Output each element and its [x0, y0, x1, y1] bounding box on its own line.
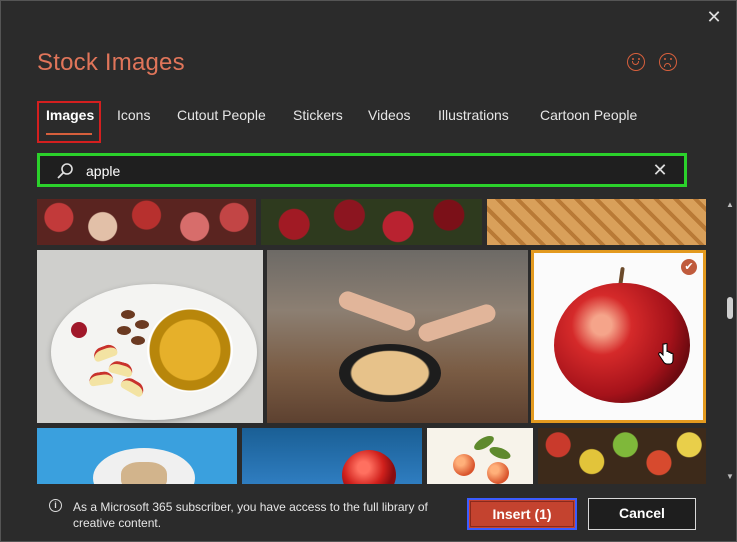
result-image-biscuit-plate[interactable]	[37, 428, 237, 484]
scroll-up-arrow-icon[interactable]: ▲	[726, 201, 734, 209]
search-input[interactable]	[84, 160, 608, 182]
smiley-happy-icon[interactable]	[627, 53, 645, 71]
close-icon[interactable]: ✕	[704, 7, 724, 27]
stock-images-dialog: ✕ Stock Images Images Icons Cutout Peopl…	[0, 0, 737, 542]
tab-stickers[interactable]: Stickers	[293, 107, 343, 123]
tab-illustrations[interactable]: Illustrations	[438, 107, 509, 123]
result-image-mixed-apples[interactable]	[538, 428, 706, 484]
search-box: ✕	[37, 153, 687, 187]
tab-cartoon-people[interactable]: Cartoon People	[540, 107, 637, 123]
subscriber-message: As a Microsoft 365 subscriber, you have …	[73, 500, 428, 530]
tab-cutout-people[interactable]: Cutout People	[177, 107, 266, 123]
result-image-apples-crate[interactable]	[37, 199, 256, 245]
clear-search-icon[interactable]: ✕	[650, 159, 670, 181]
dialog-footer: i As a Microsoft 365 subscriber, you hav…	[1, 486, 736, 541]
result-image-apple-on-blue[interactable]	[242, 428, 422, 484]
result-image-red-apples[interactable]	[261, 199, 482, 245]
smiley-sad-icon[interactable]	[659, 53, 677, 71]
scroll-thumb[interactable]	[727, 297, 733, 319]
tab-videos[interactable]: Videos	[368, 107, 411, 123]
result-image-apple-plate[interactable]	[37, 250, 263, 423]
scroll-down-arrow-icon[interactable]: ▼	[726, 473, 734, 481]
cancel-button[interactable]: Cancel	[588, 498, 696, 530]
search-icon	[57, 163, 73, 179]
selected-check-icon: ✔	[681, 259, 697, 275]
tab-icons[interactable]: Icons	[117, 107, 150, 123]
dialog-title: Stock Images	[37, 49, 185, 76]
result-image-baking-pie[interactable]	[267, 250, 528, 423]
tab-images[interactable]: Images	[46, 107, 94, 123]
results-scrollbar[interactable]: ▲ ▼	[724, 199, 736, 483]
active-tab-underline	[46, 133, 92, 135]
result-image-apple-pie[interactable]	[487, 199, 706, 245]
result-image-red-apple-selected[interactable]: ✔	[531, 250, 706, 423]
info-icon: i	[49, 499, 62, 512]
pointer-hand-icon	[658, 343, 674, 365]
result-image-apple-branch-illustration[interactable]	[427, 428, 533, 484]
insert-button[interactable]: Insert (1)	[467, 498, 577, 530]
